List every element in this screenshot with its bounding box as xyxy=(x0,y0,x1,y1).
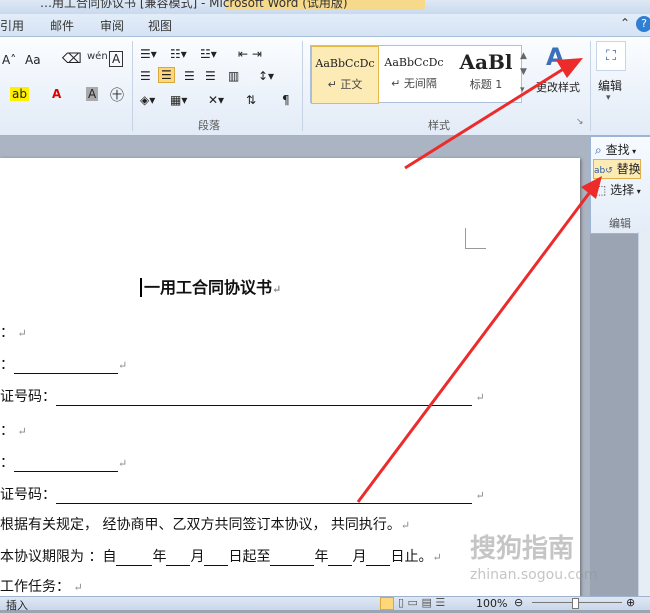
separator xyxy=(590,41,591,131)
show-marks-icon[interactable]: ¶ xyxy=(282,93,290,107)
sort-icon[interactable]: ⇅ xyxy=(246,93,256,107)
indent-icon[interactable]: ⇤ ⇥ xyxy=(238,47,262,61)
clear-format-icon[interactable]: ⌫ xyxy=(62,51,82,67)
numbering-icon[interactable]: ☷▾ xyxy=(170,47,187,61)
ribbon-tabs: 引用 邮件 审阅 视图 ⌃ ? xyxy=(0,14,650,37)
binoculars-icon: ⌕ xyxy=(595,143,602,157)
multilevel-list-icon[interactable]: ☳▾ xyxy=(200,47,217,61)
char-border-icon[interactable]: A xyxy=(109,51,124,67)
party-a-line[interactable]: ： ↵ xyxy=(0,322,27,342)
style-normal[interactable]: AaBbCcDc ↵ 正文 xyxy=(311,46,379,104)
title-bar: …用工合同协议书 [兼容模式] - Microsoft Word (试用版) xyxy=(0,0,650,14)
party-b-line[interactable]: ： ↵ xyxy=(0,420,27,440)
party-a-id-line[interactable]: 证号码： ↵ xyxy=(0,386,485,406)
styles-more-icon[interactable]: ▾ xyxy=(520,85,525,95)
doc-title[interactable]: 一用工合同协议书↵ xyxy=(140,274,281,298)
shading-icon[interactable]: ◈▾ xyxy=(140,93,155,107)
replace-button[interactable]: ab↺ 替换 xyxy=(593,159,641,179)
find-button[interactable]: ⌕ 查找 ▾ xyxy=(595,141,636,158)
blank-field[interactable] xyxy=(14,457,118,472)
justify-icon[interactable]: ☰ xyxy=(205,69,216,83)
replace-icon: ab↺ xyxy=(594,166,613,176)
zoom-out-icon[interactable]: ⊖ xyxy=(514,596,523,609)
ribbon: A˄ Aa ⌫ wén A ab A A ㊉ ☰▾ ☷▾ ☳▾ ⇤ ⇥ ☰ ☰ … xyxy=(0,37,650,136)
insert-mode[interactable]: 插入 xyxy=(6,597,28,613)
zoom-level[interactable]: 100% xyxy=(476,597,507,610)
clause-3[interactable]: 工作任务： ↵ xyxy=(0,576,83,596)
align-center-icon[interactable]: ☰ xyxy=(158,67,175,83)
chinese-layout-icon[interactable]: ✕▾ xyxy=(208,93,224,107)
editing-panel: ⌕ 查找 ▾ ab↺ 替换 ⬚ 选择 ▾ 编辑 xyxy=(590,136,650,234)
separator xyxy=(132,41,133,131)
tab-references[interactable]: 引用 xyxy=(0,17,24,34)
enclose-char-icon[interactable]: ㊉ xyxy=(110,85,124,105)
paragraph-mark: ↵ xyxy=(272,283,282,296)
ribbon-collapse-icon[interactable]: ⌃ xyxy=(620,16,630,30)
clause-1[interactable]: 根据有关规定， 经协商甲、乙双方共同签订本协议， 共同执行。↵ xyxy=(0,514,410,534)
help-icon[interactable]: ? xyxy=(636,16,650,32)
print-layout-icon[interactable] xyxy=(380,597,394,610)
vertical-scrollbar[interactable] xyxy=(638,232,650,596)
group-edit-label: 编辑 xyxy=(609,217,631,230)
clause-2[interactable]: 本协议期限为 ：自年月日起至年月日止。↵ xyxy=(0,546,442,566)
line-spacing-icon[interactable]: ↕▾ xyxy=(258,69,274,83)
text-cursor xyxy=(140,278,142,297)
borders-icon[interactable]: ▦▾ xyxy=(170,93,187,107)
change-styles-icon[interactable]: A xyxy=(546,43,565,71)
phonetic-guide-icon[interactable]: wén xyxy=(87,51,108,62)
align-right-icon[interactable]: ☰ xyxy=(184,69,195,83)
party-b-name-line[interactable]: ： ↵ xyxy=(0,452,127,472)
window-title: …用工合同协议书 [兼容模式] - Microsoft Word (试用版) xyxy=(40,0,348,10)
highlight-icon[interactable]: ab xyxy=(10,87,29,101)
group-styles-label: 样式 xyxy=(428,119,450,132)
styles-scroll-up-icon[interactable]: ▲ xyxy=(520,51,527,61)
tab-review[interactable]: 审阅 xyxy=(100,17,124,34)
view-buttons-icon[interactable]: ▯ ▭ ▤ ☰ xyxy=(398,596,445,609)
blank-field[interactable] xyxy=(56,391,472,406)
tab-mailings[interactable]: 邮件 xyxy=(50,17,74,34)
separator xyxy=(302,41,303,131)
styles-scroll-down-icon[interactable]: ▼ xyxy=(520,67,527,77)
watermark-url: zhinan.sogou.com xyxy=(470,567,598,583)
style-no-spacing[interactable]: AaBbCcDc ↵ 无间隔 xyxy=(381,46,447,102)
distributed-icon[interactable]: ▥ xyxy=(228,69,239,83)
styles-dialog-launcher-icon[interactable]: ↘ xyxy=(576,117,584,127)
styles-gallery: AaBbCcDc ↵ 正文 AaBbCcDc ↵ 无间隔 AaBl 标题 1 xyxy=(310,45,522,104)
bullets-icon[interactable]: ☰▾ xyxy=(140,47,157,61)
font-color-icon[interactable]: A xyxy=(52,87,61,101)
group-paragraph-label: 段落 xyxy=(198,119,220,132)
grow-font-icon[interactable]: A˄ xyxy=(2,53,16,67)
binoculars-icon[interactable]: ⛶ xyxy=(596,41,626,71)
edit-dropdown-icon[interactable]: ▾ xyxy=(606,93,611,103)
page-margin-mark xyxy=(465,228,486,249)
status-bar: 插入 ▯ ▭ ▤ ☰ 100% ⊖ ⊕ xyxy=(0,596,650,613)
tab-view[interactable]: 视图 xyxy=(148,17,172,34)
party-a-name-line[interactable]: ： ↵ xyxy=(0,354,127,374)
char-shading-icon[interactable]: A xyxy=(86,87,99,101)
select-icon: ⬚ xyxy=(595,183,607,197)
zoom-slider-handle[interactable] xyxy=(572,598,579,609)
watermark-logo: 搜狗指南 xyxy=(470,534,575,564)
blank-field[interactable] xyxy=(56,489,472,504)
select-button[interactable]: ⬚ 选择 ▾ xyxy=(595,181,641,198)
change-styles-label[interactable]: 更改样式 xyxy=(536,79,580,95)
zoom-in-icon[interactable]: ⊕ xyxy=(626,596,635,609)
blank-field[interactable] xyxy=(14,359,118,374)
align-left-icon[interactable]: ☰ xyxy=(140,69,151,83)
change-case-icon[interactable]: Aa xyxy=(25,53,41,67)
edit-big-button[interactable]: 编辑 xyxy=(598,77,622,94)
party-b-id-line[interactable]: 证号码： ↵ xyxy=(0,484,485,504)
style-heading-1[interactable]: AaBl 标题 1 xyxy=(451,46,521,102)
